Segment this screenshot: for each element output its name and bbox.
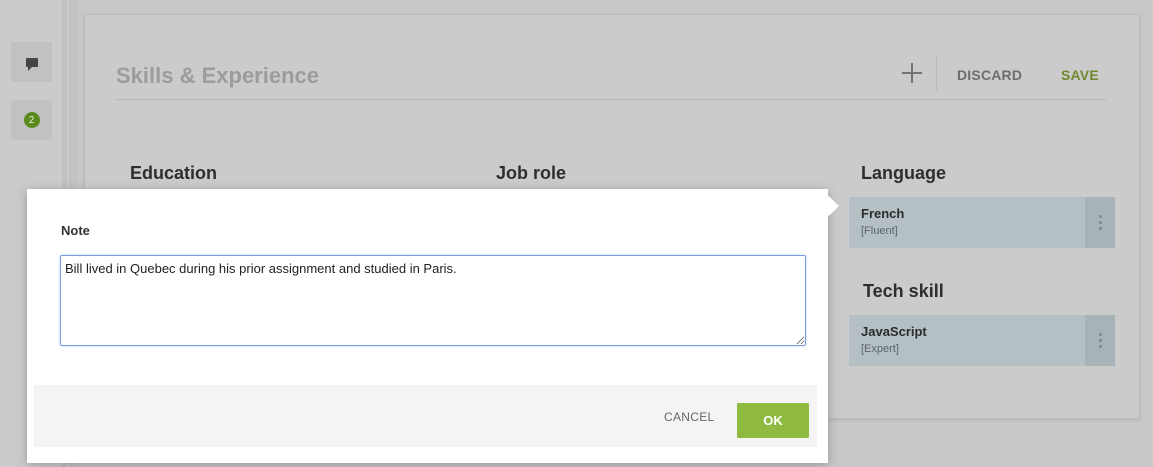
- education-heading: Education: [130, 163, 218, 183]
- count-badge-button[interactable]: 2: [11, 100, 52, 140]
- cancel-button[interactable]: CANCEL: [664, 410, 714, 424]
- comments-button[interactable]: [11, 42, 52, 82]
- comment-icon: [25, 57, 38, 71]
- job-role-heading: Job role: [496, 163, 567, 183]
- more-vertical-icon[interactable]: [1085, 315, 1115, 366]
- language-card-french[interactable]: French [Fluent]: [849, 197, 1115, 248]
- dialog-footer: CANCEL OK: [34, 385, 817, 447]
- toolbar-divider: [936, 55, 937, 91]
- note-textarea[interactable]: Bill lived in Quebec during his prior as…: [60, 255, 806, 346]
- skill-level: [Expert]: [861, 343, 899, 355]
- more-vertical-icon[interactable]: [1085, 197, 1115, 248]
- title-divider: [116, 99, 1106, 100]
- language-heading: Language: [861, 163, 947, 183]
- discard-button[interactable]: DISCARD: [957, 67, 1022, 83]
- page-title: Skills & Experience: [116, 63, 319, 88]
- skill-level: [Fluent]: [861, 225, 898, 237]
- note-dialog: Note Bill lived in Quebec during his pri…: [27, 189, 839, 463]
- note-label: Note: [61, 223, 90, 238]
- tech-skill-heading: Tech skill: [863, 281, 944, 301]
- count-badge: 2: [23, 112, 40, 128]
- save-button[interactable]: SAVE: [1061, 67, 1099, 83]
- plus-icon[interactable]: [900, 61, 924, 85]
- ok-button[interactable]: OK: [737, 403, 809, 438]
- skill-name: JavaScript: [861, 324, 927, 339]
- tech-card-javascript[interactable]: JavaScript [Expert]: [849, 315, 1115, 366]
- skill-name: French: [861, 206, 905, 221]
